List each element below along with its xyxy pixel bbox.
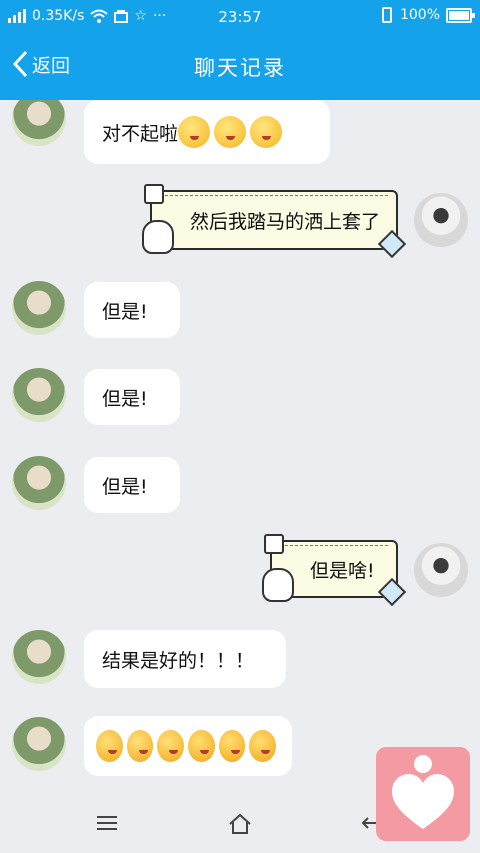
clip-icon <box>144 184 164 204</box>
avatar[interactable] <box>12 456 66 510</box>
fold-icon <box>377 577 407 607</box>
battery-percent: 100% <box>399 7 440 23</box>
message-bubble[interactable]: 但是! <box>84 457 180 513</box>
avatar[interactable] <box>12 368 66 422</box>
avatar[interactable] <box>414 193 468 247</box>
message-bubble[interactable]: 结果是好的！！！ <box>84 630 286 688</box>
battery-fill <box>449 10 469 20</box>
message-text: 但是! <box>102 475 148 498</box>
chat-history[interactable]: 对不起啦 然后我踏马的洒上套了 但是! 但是! 但是! 但是啥! 结果是好的！！… <box>0 100 480 798</box>
grin-emoji-icon <box>178 116 211 148</box>
message-bubble[interactable]: 但是! <box>84 282 180 338</box>
grin-emoji-icon <box>250 116 283 148</box>
clip-icon <box>264 534 284 554</box>
avatar[interactable] <box>12 717 66 771</box>
message-bubble[interactable]: 对不起啦 <box>84 100 330 164</box>
kiss-emoji-icon <box>96 730 123 762</box>
fold-icon <box>377 229 407 259</box>
tongue-emoji-icon <box>218 730 246 762</box>
menu-button[interactable] <box>96 813 118 837</box>
ghost-icon <box>142 220 174 254</box>
home-button[interactable] <box>228 813 252 839</box>
home-icon <box>229 813 251 834</box>
message-text: 但是啥! <box>310 559 375 582</box>
avatar[interactable] <box>12 100 66 146</box>
phone-vibrate-icon <box>381 7 392 23</box>
status-bar: 0.35K/s ☆ ··· 23:57 100% <box>0 0 480 34</box>
person-head-icon <box>414 755 432 773</box>
avatar[interactable] <box>414 543 468 597</box>
ghost-icon <box>262 568 294 602</box>
floating-app-button[interactable] <box>376 747 470 841</box>
avatar[interactable] <box>12 281 66 335</box>
message-bubble[interactable] <box>84 716 292 776</box>
top-bar: 0.35K/s ☆ ··· 23:57 100% 返回 聊天记录 <box>0 0 480 100</box>
note-bubble[interactable]: 但是啥! <box>262 534 407 607</box>
menu-icon <box>97 816 117 830</box>
title-bar: 返回 聊天记录 <box>0 36 480 100</box>
kiss-emoji-icon <box>157 730 185 762</box>
message-text: 但是! <box>102 300 148 323</box>
battery-icon <box>446 7 475 23</box>
note-bubble[interactable]: 然后我踏马的洒上套了 <box>142 184 407 259</box>
grin-emoji-icon <box>214 116 247 148</box>
tongue-emoji-icon <box>188 730 215 762</box>
avatar[interactable] <box>12 630 66 684</box>
message-text: 然后我踏马的洒上套了 <box>190 210 381 233</box>
message-bubble[interactable]: 但是! <box>84 369 180 425</box>
message-text: 对不起啦 <box>102 122 179 145</box>
page-title: 聊天记录 <box>194 56 286 80</box>
status-right: 100% <box>380 7 475 23</box>
message-text: 结果是好的！！！ <box>102 649 255 672</box>
message-text: 但是! <box>102 387 148 410</box>
tongue-emoji-icon <box>249 730 277 762</box>
kiss-emoji-icon <box>126 730 154 762</box>
heart-person-icon <box>392 774 454 829</box>
